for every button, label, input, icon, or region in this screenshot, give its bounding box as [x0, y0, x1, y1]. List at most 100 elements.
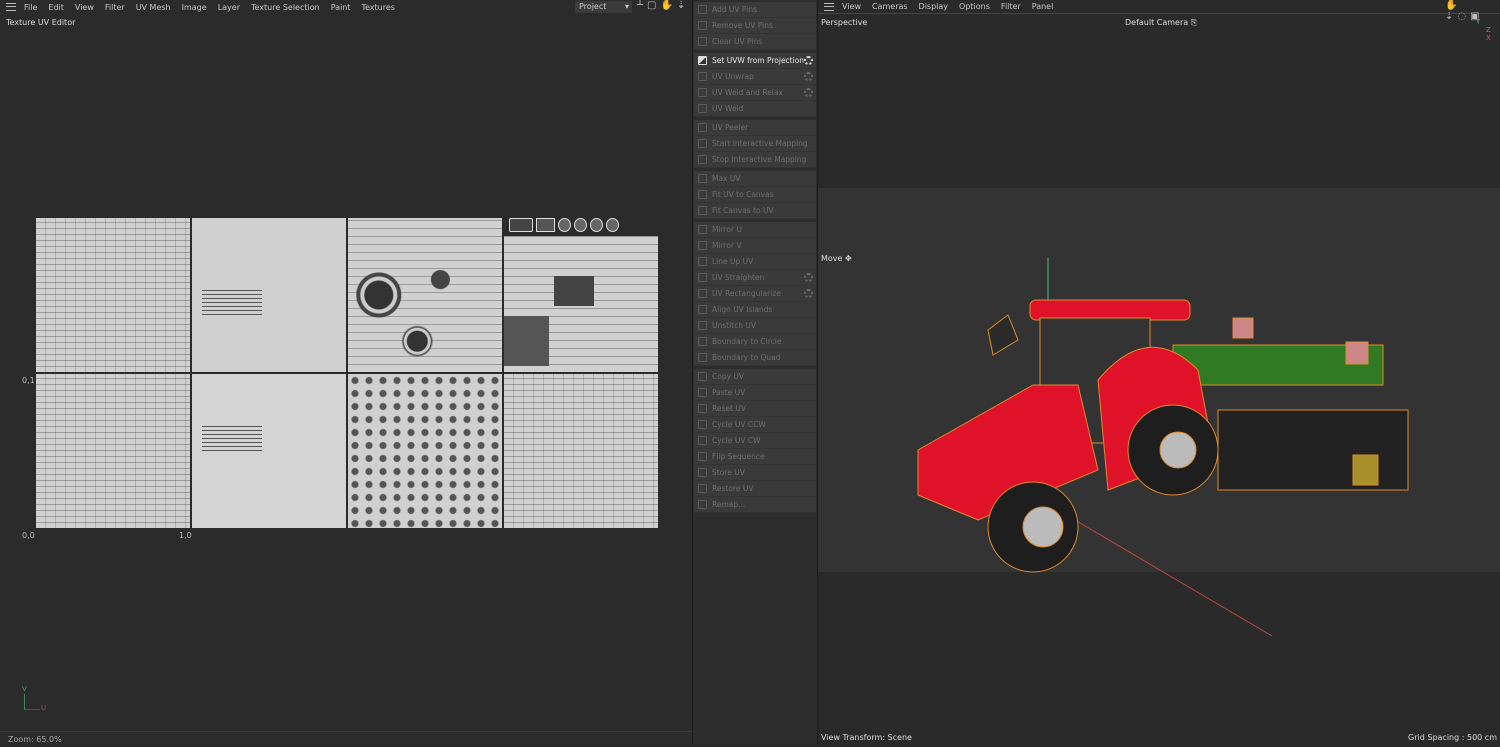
viewport-status: View Transform: Scene Grid Spacing : 500 …: [818, 731, 1500, 744]
menu-file[interactable]: File: [24, 3, 37, 12]
command-icon: [698, 241, 707, 250]
command-add-uv-pins[interactable]: Add UV Pins: [694, 2, 816, 18]
command-label: Fit UV to Canvas: [712, 190, 774, 199]
command-label: Start Interactive Mapping: [712, 139, 808, 148]
command-line-up-uv[interactable]: Line Up UV: [694, 254, 816, 270]
command-group: Copy UV Paste UV Reset UV Cycle UV CCW Cycle…: [694, 369, 816, 513]
command-label: Line Up UV: [712, 257, 754, 266]
menu-paint[interactable]: Paint: [331, 3, 351, 12]
tractor-model[interactable]: [818, 0, 1500, 744]
view-transform: View Transform: Scene: [821, 733, 912, 742]
command-uv-peeler[interactable]: UV Peeler: [694, 120, 816, 136]
command-start-interactive-mapping[interactable]: Start Interactive Mapping: [694, 136, 816, 152]
hand-icon[interactable]: ✋: [660, 0, 676, 11]
command-icon: [698, 289, 707, 298]
uv-tile: [348, 374, 502, 528]
command-label: Reset UV: [712, 404, 746, 413]
command-unstitch-uv[interactable]: Unstitch UV: [694, 318, 816, 334]
gear-icon[interactable]: [804, 88, 813, 97]
uv-axis-gizmo-icon: [24, 694, 40, 710]
menu-uv-mesh[interactable]: UV Mesh: [136, 3, 171, 12]
menu-layer[interactable]: Layer: [218, 3, 240, 12]
chevron-down-icon: ▾: [624, 2, 629, 11]
gear-icon[interactable]: [804, 289, 813, 298]
command-align-uv-islands[interactable]: Align UV Islands: [694, 302, 816, 318]
command-restore-uv[interactable]: Restore UV: [694, 481, 816, 497]
command-stop-interactive-mapping[interactable]: Stop Interactive Mapping: [694, 152, 816, 168]
menu-view[interactable]: View: [75, 3, 94, 12]
command-boundary-to-circle[interactable]: Boundary to Circle: [694, 334, 816, 350]
lock-icon[interactable]: ▢: [647, 0, 660, 11]
project-select[interactable]: Project ▾: [575, 1, 632, 13]
histogram-icon[interactable]: ┴: [637, 0, 647, 11]
command-copy-uv[interactable]: Copy UV: [694, 369, 816, 385]
command-flip-sequence[interactable]: Flip Sequence: [694, 449, 816, 465]
command-icon: [698, 88, 707, 97]
command-mirror-v[interactable]: Mirror V: [694, 238, 816, 254]
uv-toolbar-icons: ┴▢✋⇣: [637, 0, 689, 11]
command-label: UV Straighten: [712, 273, 765, 282]
command-icon: [698, 5, 707, 14]
gizmo-v-label: V: [22, 685, 27, 693]
command-cycle-uv-cw[interactable]: Cycle UV CW: [694, 433, 816, 449]
command-boundary-to-quad[interactable]: Boundary to Quad: [694, 350, 816, 366]
command-store-uv[interactable]: Store UV: [694, 465, 816, 481]
command-set-uvw-from-projection[interactable]: Set UVW from Projection: [694, 53, 816, 69]
command-label: UV Rectangularize: [712, 289, 781, 298]
uv-tile: [192, 374, 346, 528]
command-label: Boundary to Quad: [712, 353, 781, 362]
command-cycle-uv-ccw[interactable]: Cycle UV CCW: [694, 417, 816, 433]
menu-edit[interactable]: Edit: [48, 3, 64, 12]
menu-texture-selection[interactable]: Texture Selection: [251, 3, 320, 12]
command-group: Add UV Pins Remove UV Pins Clear UV Pins: [694, 2, 816, 50]
menu-filter[interactable]: Filter: [105, 3, 125, 12]
command-fit-canvas-to-uv[interactable]: Fit Canvas to UV: [694, 203, 816, 219]
command-icon: [698, 21, 707, 30]
command-label: Stop Interactive Mapping: [712, 155, 807, 164]
command-label: Set UVW from Projection: [712, 56, 805, 65]
gear-icon[interactable]: [804, 273, 813, 282]
command-max-uv[interactable]: Max UV: [694, 171, 816, 187]
command-uv-weld[interactable]: UV Weld: [694, 101, 816, 117]
menu-textures[interactable]: Textures: [362, 3, 395, 12]
command-label: UV Weld: [712, 104, 744, 113]
command-reset-uv[interactable]: Reset UV: [694, 401, 816, 417]
command-fit-uv-to-canvas[interactable]: Fit UV to Canvas: [694, 187, 816, 203]
command-icon: [698, 257, 707, 266]
axis-label-v: 0,1: [22, 376, 35, 385]
command-clear-uv-pins[interactable]: Clear UV Pins: [694, 34, 816, 50]
command-mirror-u[interactable]: Mirror U: [694, 222, 816, 238]
command-label: Unstitch UV: [712, 321, 756, 330]
command-label: Store UV: [712, 468, 745, 477]
gear-icon[interactable]: [804, 56, 813, 65]
command-icon: [698, 468, 707, 477]
command-icon: [698, 305, 707, 314]
command-icon: [698, 190, 707, 199]
axis-label-u: 1,0: [179, 531, 192, 540]
command-uv-rectangularize[interactable]: UV Rectangularize: [694, 286, 816, 302]
command-uv-weld-and-relax[interactable]: UV Weld and Relax: [694, 85, 816, 101]
zoom-status: Zoom: 65.0%: [0, 731, 692, 747]
viewport-panel: View Cameras Display Options Filter Pane…: [818, 0, 1500, 744]
uv-tile: [504, 374, 658, 528]
command-icon: [698, 337, 707, 346]
command-icon: [698, 104, 707, 113]
command-uv-unwrap[interactable]: UV Unwrap: [694, 69, 816, 85]
command-remove-uv-pins[interactable]: Remove UV Pins: [694, 18, 816, 34]
command-label: Cycle UV CCW: [712, 420, 766, 429]
hamburger-menu-icon[interactable]: [6, 3, 16, 11]
command-remap[interactable]: Remap...: [694, 497, 816, 513]
command-label: Max UV: [712, 174, 741, 183]
menu-image[interactable]: Image: [182, 3, 207, 12]
move-down-icon[interactable]: ⇣: [677, 0, 689, 11]
command-paste-uv[interactable]: Paste UV: [694, 385, 816, 401]
gear-icon[interactable]: [804, 72, 813, 81]
uv-canvas[interactable]: [36, 218, 658, 528]
command-icon: [698, 353, 707, 362]
command-label: UV Weld and Relax: [712, 88, 783, 97]
command-uv-straighten[interactable]: UV Straighten: [694, 270, 816, 286]
panel-title: Texture UV Editor: [6, 18, 76, 27]
command-icon: [698, 372, 707, 381]
uv-tile: [504, 236, 658, 372]
grid-spacing: Grid Spacing : 500 cm: [1408, 733, 1497, 742]
